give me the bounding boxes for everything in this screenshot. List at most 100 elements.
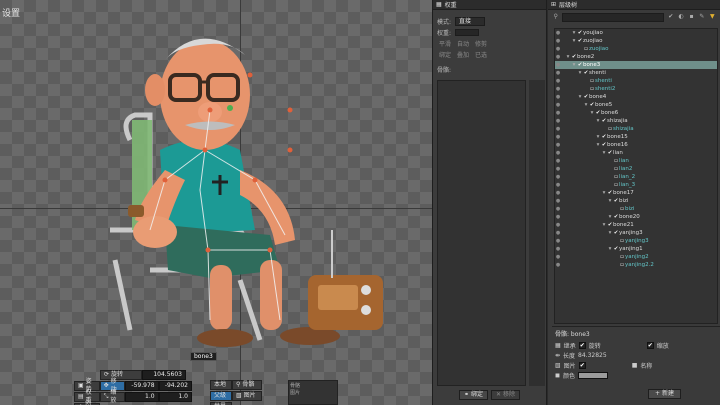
remove-button[interactable]: ✕ 移除 (491, 390, 520, 400)
smooth-button[interactable]: 平滑 (439, 39, 451, 48)
tree-attachment-row[interactable]: ● ▫ bizi (555, 205, 717, 213)
images-toggle-button[interactable]: ▧ 图片 (232, 391, 262, 401)
filter-images-icon[interactable]: ▪ (688, 13, 695, 21)
tree-node-label: bone3 (583, 62, 601, 68)
tree-bone-row[interactable]: ● ▾ ✔ yanjing1 (555, 245, 717, 253)
bind-toggle-button[interactable]: 绑定 (439, 50, 451, 59)
tree-attachment-row[interactable]: ● ▫ yanjing2.2 (555, 261, 717, 269)
tree-node-label: yanjing3 (625, 238, 649, 244)
tree-attachment-row[interactable]: ● ▫ lian_2 (555, 173, 717, 181)
bones-list-scrollbar[interactable] (529, 80, 545, 386)
visibility-dot-icon[interactable]: ● (555, 110, 561, 116)
tree-search-input[interactable] (562, 12, 665, 22)
scale-x-field[interactable]: 1.0 (125, 392, 159, 402)
visibility-dot-icon[interactable]: ● (555, 118, 561, 124)
tree-bone-row[interactable]: ● ▾ ✔ bone4 (555, 93, 717, 101)
tree-attachment-row[interactable]: ● ▫ shenti (555, 77, 717, 85)
tree-bone-row[interactable]: ● ▾ ✔ bone3 (555, 61, 717, 69)
new-button[interactable]: + 新建 (648, 389, 681, 399)
visibility-dot-icon[interactable]: ● (555, 246, 561, 252)
tree-attachment-row[interactable]: ● ▫ lian_3 (555, 181, 717, 189)
rotate-value-field[interactable]: 104.5603 (142, 370, 186, 380)
visibility-dot-icon[interactable]: ● (555, 206, 561, 212)
visibility-dot-icon[interactable]: ● (555, 86, 561, 92)
visibility-dot-icon[interactable]: ● (555, 158, 561, 164)
translate-y-field[interactable]: -94.202 (158, 381, 192, 391)
visibility-dot-icon[interactable]: ● (555, 198, 561, 204)
visibility-dot-icon[interactable]: ● (555, 182, 561, 188)
visibility-dot-icon[interactable]: ● (555, 150, 561, 156)
funnel-icon[interactable]: ▼ (709, 13, 716, 21)
tree-attachment-row[interactable]: ● ▫ shizajia (555, 125, 717, 133)
local-axes-button[interactable]: 本地 (210, 380, 232, 390)
tree-attachment-row[interactable]: ● ▫ zuojiao (555, 45, 717, 53)
scale-y-field[interactable]: 1.0 (158, 392, 192, 402)
tree-bone-row[interactable]: ● ▾ ✔ shenti (555, 69, 717, 77)
length-value[interactable]: 84.32825 (578, 352, 607, 359)
hierarchy-tree[interactable]: ● ▾ ✔ youjiao ● ▾ ✔ zuojiao ● ▫ zuojiao ● ▾ ✔ bone2 ● ▾ ✔… (554, 28, 718, 324)
weight-slider[interactable] (455, 29, 480, 36)
tree-bone-row[interactable]: ● ▾ ✔ youjiao (555, 29, 717, 37)
tree-bone-row[interactable]: ● ▾ ✔ bizi (555, 197, 717, 205)
tree-attachment-row[interactable]: ● ▫ shenti2 (555, 85, 717, 93)
tree-attachment-row[interactable]: ● ▫ yanjing2 (555, 253, 717, 261)
visibility-dot-icon[interactable]: ● (555, 94, 561, 100)
tree-bone-row[interactable]: ● ▾ ✔ yanjing3 (555, 229, 717, 237)
visibility-dot-icon[interactable]: ● (555, 38, 561, 44)
visibility-dot-icon[interactable]: ● (555, 78, 561, 84)
filter-bones-icon[interactable]: ✔ (667, 13, 674, 21)
visibility-dot-icon[interactable]: ● (555, 190, 561, 196)
editor-viewport[interactable]: 设置 bone3 ⟳ 旋转 104.5603 ▣ 姿势 ✥ 移动 -59.978… (0, 0, 432, 405)
translate-x-field[interactable]: -59.978 (125, 381, 159, 391)
auto-button[interactable]: 自动 (457, 39, 469, 48)
tree-bone-row[interactable]: ● ▾ ✔ lian (555, 149, 717, 157)
brush-icon[interactable]: ✎ (698, 13, 705, 21)
visibility-dot-icon[interactable]: ● (555, 54, 561, 60)
bones-toggle-button[interactable]: ⚲ 骨骼 (232, 380, 262, 390)
tree-bone-row[interactable]: ● ▾ ✔ bone15 (555, 133, 717, 141)
parent-axes-button[interactable]: 父级 (210, 391, 232, 401)
image-checkbox[interactable]: ✔ (578, 361, 586, 369)
viewport-title: 设置 (2, 9, 21, 19)
visibility-dot-icon[interactable]: ● (555, 238, 561, 244)
visibility-dot-icon[interactable]: ● (555, 134, 561, 140)
visibility-dot-icon[interactable]: ● (555, 222, 561, 228)
selected-toggle-button[interactable]: 已选 (475, 50, 487, 59)
bind-button[interactable]: ⚭ 绑定 (459, 390, 488, 400)
visibility-dot-icon[interactable]: ● (555, 46, 561, 52)
character-artwork[interactable] (90, 20, 410, 360)
tree-attachment-row[interactable]: ● ▫ lian2 (555, 165, 717, 173)
inherit-rotation-checkbox[interactable]: ✔ (578, 341, 586, 349)
overlay-toggle-button[interactable]: 叠加 (457, 50, 469, 59)
visibility-dot-icon[interactable]: ● (555, 142, 561, 148)
visibility-dot-icon[interactable]: ● (555, 254, 561, 260)
tree-bone-row[interactable]: ● ▾ ✔ bone5 (555, 101, 717, 109)
visibility-dot-icon[interactable]: ● (555, 166, 561, 172)
tree-bone-row[interactable]: ● ▾ ✔ bone16 (555, 141, 717, 149)
tree-attachment-row[interactable]: ● ▫ lian (555, 157, 717, 165)
tree-bone-row[interactable]: ● ▾ ✔ bone21 (555, 221, 717, 229)
tree-bone-row[interactable]: ● ▾ ✔ zuojiao (555, 37, 717, 45)
tree-attachment-row[interactable]: ● ▫ yanjing3 (555, 237, 717, 245)
visibility-dot-icon[interactable]: ● (555, 126, 561, 132)
filter-slots-icon[interactable]: ◐ (677, 13, 684, 21)
visibility-dot-icon[interactable]: ● (555, 102, 561, 108)
mode-select[interactable]: 直接 (455, 17, 486, 26)
visibility-dot-icon[interactable]: ● (555, 174, 561, 180)
visibility-dot-icon[interactable]: ● (555, 230, 561, 236)
weighted-bones-list[interactable] (437, 80, 526, 386)
visibility-dot-icon[interactable]: ● (555, 262, 561, 268)
tree-bone-row[interactable]: ● ▾ ✔ shizajia (555, 117, 717, 125)
bone-color-swatch[interactable] (578, 371, 608, 379)
visibility-dot-icon[interactable]: ● (555, 70, 561, 76)
prune-button[interactable]: 修剪 (475, 39, 487, 48)
tree-bone-row[interactable]: ● ▾ ✔ bone2 (555, 53, 717, 61)
tree-bone-row[interactable]: ● ▾ ✔ bone20 (555, 213, 717, 221)
visibility-dot-icon[interactable]: ● (555, 30, 561, 36)
tree-bone-row[interactable]: ● ▾ ✔ bone17 (555, 189, 717, 197)
visibility-dot-icon[interactable]: ● (555, 62, 561, 68)
visibility-dot-icon[interactable]: ● (555, 214, 561, 220)
tree-bone-row[interactable]: ● ▾ ✔ bone6 (555, 109, 717, 117)
inherit-scale-checkbox[interactable]: ✔ (646, 341, 654, 349)
scale-tool-button[interactable]: ⤡ 缩放 (99, 389, 126, 404)
